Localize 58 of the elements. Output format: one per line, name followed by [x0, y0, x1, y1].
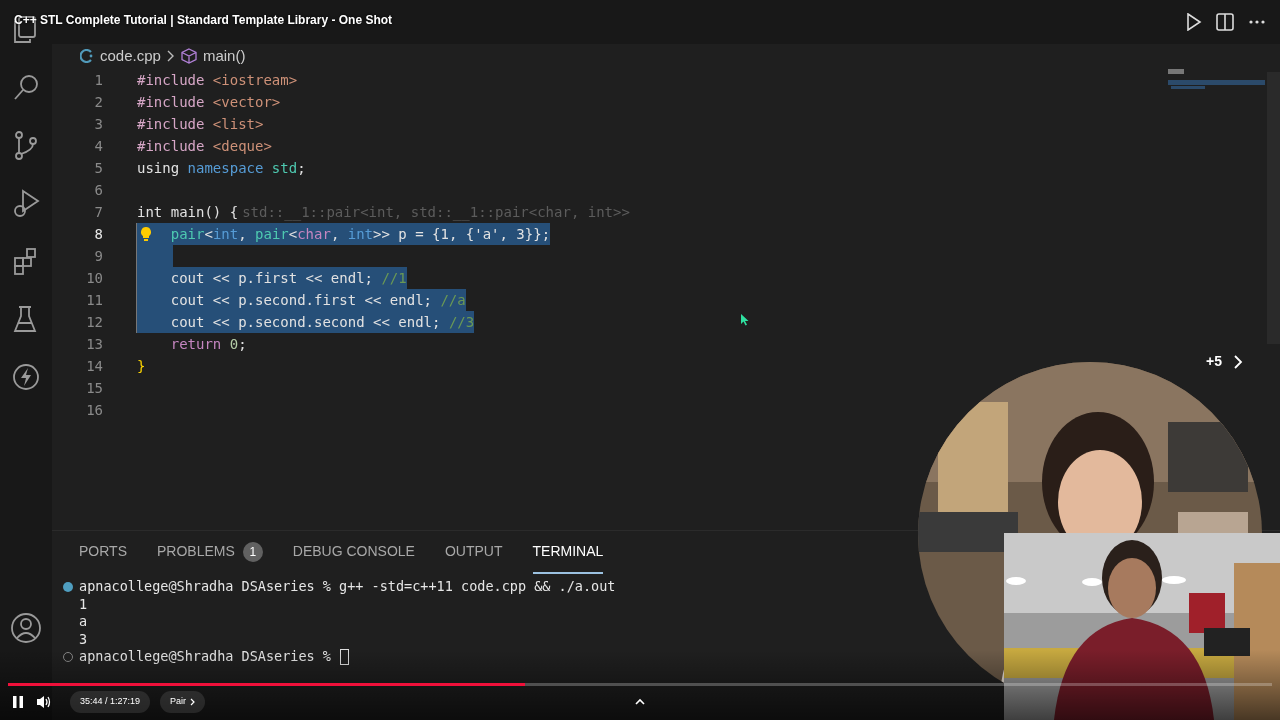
breadcrumb-item[interactable]: code.cpp	[100, 44, 161, 68]
run-icon[interactable]	[1186, 13, 1202, 31]
lightbulb-icon[interactable]	[140, 226, 152, 242]
chevron-right-icon	[190, 698, 196, 706]
line-number: 9	[93, 246, 103, 266]
code-line: }	[137, 356, 146, 376]
line-number: 1	[93, 70, 103, 90]
terminal-line: a	[79, 613, 88, 631]
lightning-icon[interactable]	[11, 362, 41, 392]
terminal-line: apnacollege@Shradha DSAseries % g++ -std=c++11 code.cpp && ./a.out	[79, 578, 616, 596]
line-number: 5	[93, 158, 103, 178]
panel-tab[interactable]: DEBUG CONSOLE	[292, 531, 415, 574]
panel-tab[interactable]: TERMINAL	[532, 531, 604, 574]
run-debug-icon[interactable]	[11, 188, 41, 218]
inlay-hint: std::__1::pair<int, std::__1::pair<char, int>>	[242, 202, 630, 223]
search-icon[interactable]	[11, 72, 41, 102]
line-number: 15	[85, 378, 103, 398]
terminal-cursor	[339, 648, 349, 665]
breadcrumb-item[interactable]: main()	[202, 44, 246, 68]
line-number: 2	[93, 92, 103, 112]
line-number: 10	[85, 268, 103, 288]
line-number: 6	[93, 180, 103, 200]
code-line: return 0;	[169, 334, 247, 354]
line-number: 12	[85, 312, 103, 332]
split-editor-icon[interactable]	[1216, 13, 1234, 31]
account-icon[interactable]	[10, 612, 42, 644]
chapter-button[interactable]: Pair	[160, 691, 206, 713]
terminal-line: 1	[79, 595, 88, 613]
pause-icon[interactable]	[10, 694, 26, 710]
pointer-icon	[741, 314, 749, 326]
code-line: #include <deque>	[137, 136, 272, 156]
panel-tab[interactable]: PORTS	[79, 531, 127, 574]
line-number: 7	[93, 202, 103, 222]
time-display: 35:44 / 1:27:19	[70, 691, 151, 713]
panel-tab[interactable]: PROBLEMS 1	[157, 531, 263, 574]
terminal-line: apnacollege@Shradha DSAseries %	[79, 648, 331, 666]
line-number: 8	[93, 224, 103, 244]
cube-icon	[180, 48, 197, 64]
code-line: #include <list>	[137, 114, 264, 134]
line-number: 13	[85, 334, 103, 354]
code-line: int main() {	[137, 202, 239, 222]
chevron-up-icon[interactable]	[635, 698, 645, 705]
progress-track[interactable]	[8, 683, 1272, 686]
code-line: #include <vector>	[137, 92, 281, 112]
panel-tab[interactable]: OUTPUT	[444, 531, 503, 574]
volume-icon[interactable]	[36, 694, 52, 710]
line-number: 4	[93, 136, 103, 156]
code-line: using namespace std;	[137, 158, 306, 178]
code-line: #include <iostream>	[137, 70, 298, 90]
line-number: 14	[85, 356, 103, 376]
line-number: 16	[85, 400, 103, 420]
count-badge: 1	[242, 541, 263, 562]
line-number: 3	[93, 114, 103, 134]
terminal-line: 3	[79, 630, 88, 648]
line-number: 11	[85, 290, 103, 310]
c-file-icon	[80, 49, 94, 63]
chevron-right-icon	[166, 50, 175, 62]
more-icon[interactable]	[1248, 19, 1266, 25]
